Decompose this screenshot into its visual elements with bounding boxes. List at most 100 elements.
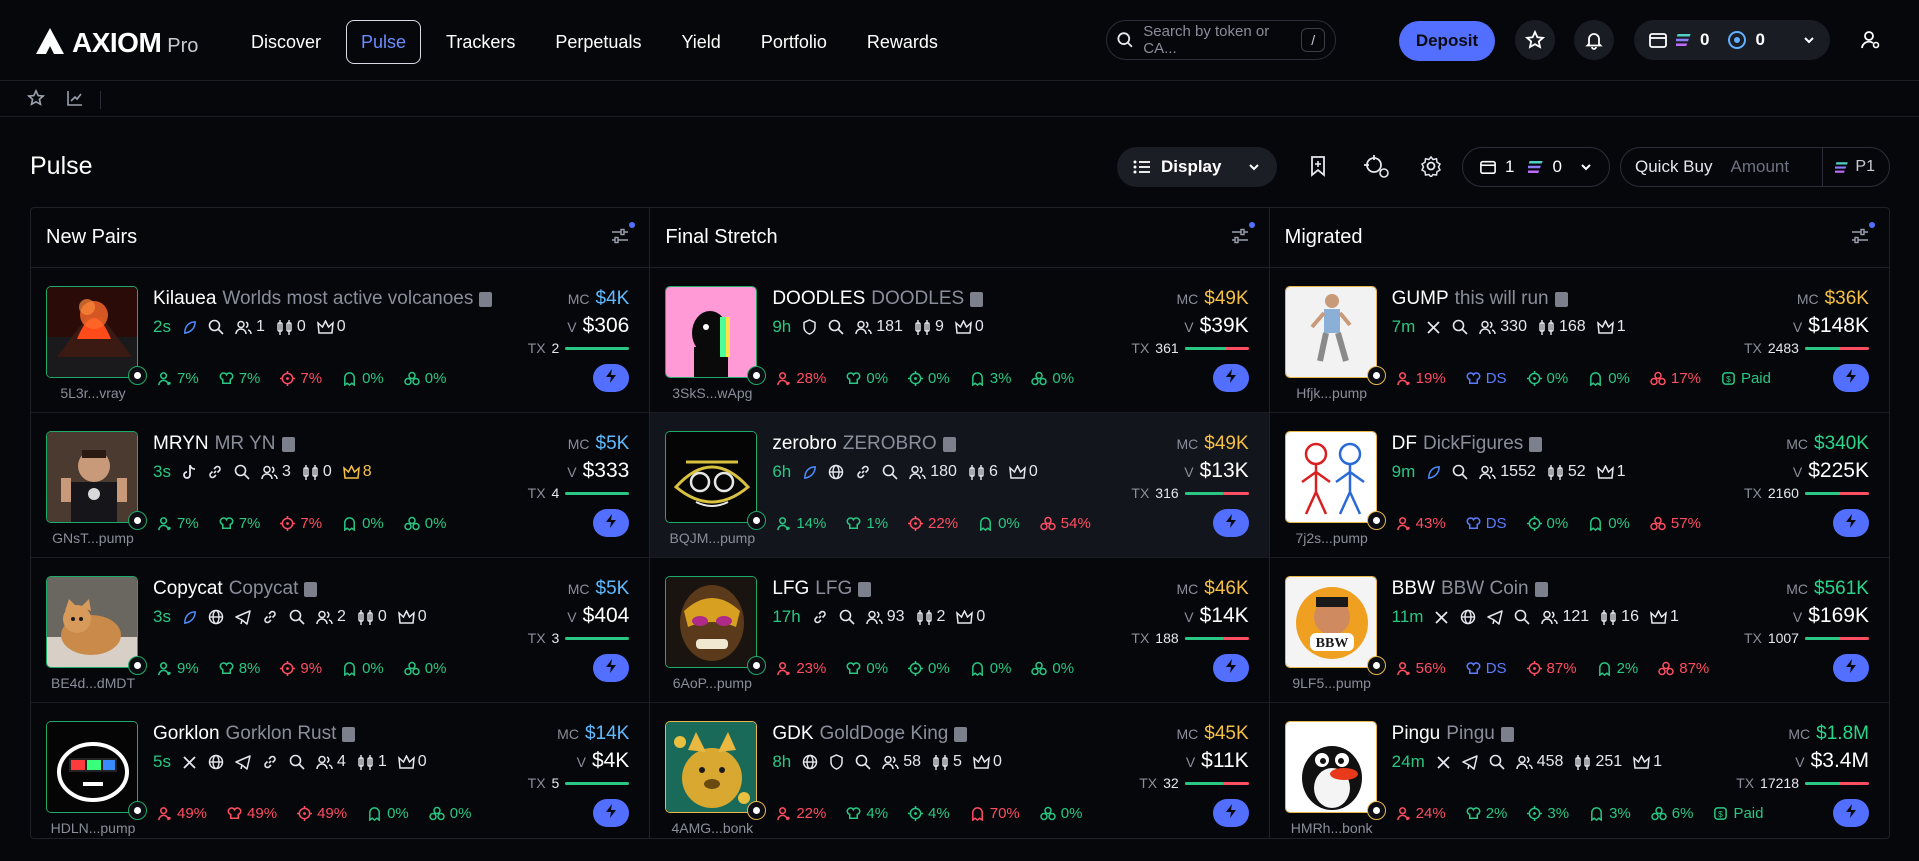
nav-trackers[interactable]: Trackers [431,20,530,64]
link-icon[interactable] [207,464,223,480]
token-address[interactable]: 3SkS...wApg [660,385,764,401]
bookmark-icon[interactable] [1308,155,1328,177]
copy-icon[interactable] [942,436,956,452]
token-address[interactable]: 5L3r...vray [41,385,145,401]
token-card[interactable]: GNsT...pump MRYN MR YN 3s 3 0 8 7% 7% 7% 0%… [31,413,650,558]
copy-icon[interactable] [1500,726,1514,742]
token-image[interactable] [46,576,138,668]
token-image[interactable] [1284,721,1377,813]
token-card[interactable]: 3SkS...wApg DOODLES DOODLES 9h 181 9 0 2… [650,268,1269,413]
token-image[interactable] [665,576,758,668]
search-icon[interactable] [1452,319,1468,335]
leaf-icon[interactable] [802,465,817,480]
copy-icon[interactable] [970,291,984,307]
leaf-icon[interactable] [182,610,197,625]
link-icon[interactable] [262,609,278,625]
quick-buy-button[interactable] [593,799,630,827]
quick-buy-button[interactable] [1212,509,1249,537]
search-icon[interactable] [1452,464,1468,480]
search-icon[interactable] [855,754,871,770]
deposit-button[interactable]: Deposit [1399,21,1495,61]
crosshair-settings-icon[interactable] [1364,155,1390,179]
search-icon[interactable] [289,609,305,625]
search-icon[interactable] [1514,609,1531,625]
quick-buy-button[interactable] [1832,799,1869,827]
preset-p1-button[interactable]: P1 [1822,148,1875,186]
token-address[interactable]: 7j2s...pump [1280,530,1384,546]
token-address[interactable]: BQJM...pump [660,530,764,546]
quick-buy-button[interactable] [593,364,630,392]
token-card[interactable]: 5L3r...vray Kilauea Worlds most active v… [31,268,650,413]
quick-buy-button[interactable] [1832,509,1869,537]
copy-icon[interactable] [304,581,318,597]
tiktok-icon[interactable] [182,464,196,480]
watchlist-button[interactable] [1515,20,1555,60]
token-image[interactable] [1284,286,1377,378]
token-card[interactable]: HMRh...bonk Pingu Pingu 24m 458 251 1 24… [1270,703,1889,838]
token-card[interactable]: HDLN...pump Gorklon Gorklon Rust 5s 4 1 … [31,703,649,838]
nav-perpetuals[interactable]: Perpetuals [540,20,656,64]
nav-rewards[interactable]: Rewards [852,20,953,64]
x-icon[interactable] [182,755,197,770]
filter-sliders-icon[interactable] [611,228,629,244]
search-icon[interactable] [1489,754,1505,770]
globe-icon[interactable] [802,754,818,770]
copy-icon[interactable] [1529,436,1543,452]
x-icon[interactable] [1434,610,1449,625]
token-card[interactable]: 7j2s...pump DF DickFigures 9m 1552 52 1 … [1269,413,1889,558]
token-address[interactable]: 6AoP...pump [660,675,764,691]
token-address[interactable]: 4AMG...bonk [660,820,764,836]
link-icon[interactable] [262,754,278,770]
token-address[interactable]: 9LF5...pump [1280,675,1384,691]
copy-icon[interactable] [1554,291,1568,307]
wallet-selector[interactable]: 0 0 [1634,20,1830,60]
copy-icon[interactable] [281,436,295,452]
filter-sliders-icon[interactable] [1231,228,1249,244]
telegram-icon[interactable] [1487,609,1504,625]
telegram-icon[interactable] [235,754,251,770]
display-button[interactable]: Display [1117,147,1277,187]
token-card[interactable]: 6AoP...pump LFG LFG 17h 93 2 0 23% 0% 0% 0%… [650,558,1269,703]
quick-buy-button[interactable] [1832,654,1869,682]
account-button[interactable] [1850,20,1890,60]
token-address[interactable]: HMRh...bonk [1280,820,1384,836]
token-image[interactable] [665,721,758,813]
nav-pulse[interactable]: Pulse [346,20,422,64]
telegram-icon[interactable] [235,609,251,625]
nav-portfolio[interactable]: Portfolio [746,20,842,64]
copy-icon[interactable] [954,726,968,742]
token-image[interactable]: BBW [1284,576,1377,668]
copy-icon[interactable] [858,581,872,597]
wallet-preset-selector[interactable]: 1 0 [1462,147,1610,187]
token-card[interactable]: BE4d...dMDT Copycat Copycat 3s 2 0 0 9% 8… [31,558,650,703]
quick-buy-button[interactable] [1832,364,1869,392]
token-address[interactable]: BE4d...dMDT [41,675,145,691]
logo[interactable]: AXIOM Pro [34,22,198,59]
token-card[interactable]: BBW 9LF5...pump BBW BBW Coin 11m 121 16 … [1269,558,1889,703]
search-icon[interactable] [234,464,250,480]
token-image[interactable] [665,431,758,523]
shield-icon[interactable] [802,319,817,335]
copy-icon[interactable] [1534,581,1548,597]
notifications-button[interactable] [1574,20,1614,60]
chart-icon[interactable] [66,89,84,107]
quick-buy-button[interactable] [1212,654,1249,682]
search-icon[interactable] [208,319,224,335]
globe-icon[interactable] [208,609,224,625]
token-image[interactable] [1284,431,1377,523]
telegram-icon[interactable] [1461,754,1478,770]
token-address[interactable]: GNsT...pump [41,530,145,546]
token-image[interactable] [46,721,138,813]
x-icon[interactable] [1436,755,1451,770]
token-card[interactable]: Hfjk...pump GUMP this will run 7m 330 16… [1269,268,1889,413]
token-address[interactable]: HDLN...pump [41,820,145,836]
search-icon[interactable] [289,754,305,770]
globe-icon[interactable] [208,754,224,770]
search-icon[interactable] [828,319,844,335]
star-icon[interactable] [27,89,45,107]
link-icon[interactable] [855,464,871,480]
shield-icon[interactable] [829,754,844,770]
nav-yield[interactable]: Yield [666,20,735,64]
filter-sliders-icon[interactable] [1851,228,1869,244]
quick-buy-button[interactable] [593,509,630,537]
